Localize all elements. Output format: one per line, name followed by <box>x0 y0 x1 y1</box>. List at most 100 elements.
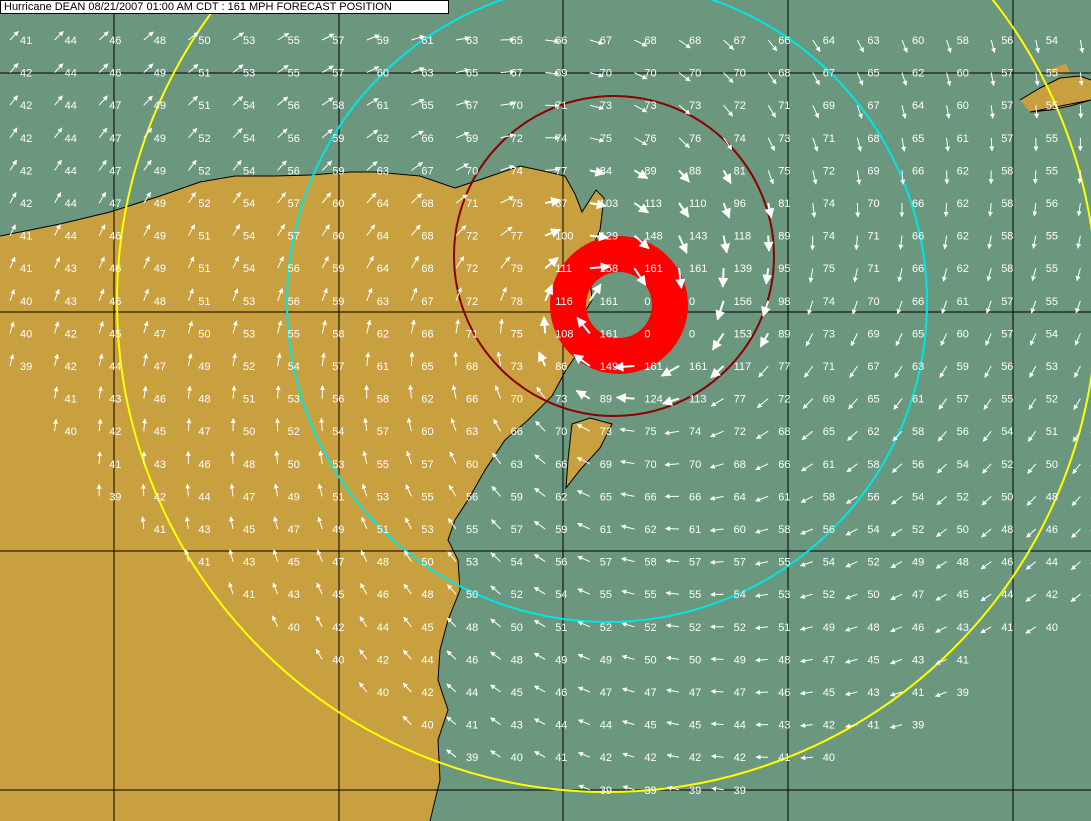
wind-speed-label: 72 <box>823 165 835 177</box>
wind-speed-label: 45 <box>867 654 879 666</box>
wind-speed-label: 62 <box>377 133 389 145</box>
wind-speed-label: 54 <box>734 589 746 601</box>
wind-speed-label: 66 <box>555 35 567 47</box>
wind-speed-label: 71 <box>466 198 478 210</box>
wind-speed-label: 44 <box>734 720 746 732</box>
wind-speed-label: 77 <box>734 394 746 406</box>
wind-speed-label: 50 <box>689 654 701 666</box>
wind-speed-label: 50 <box>421 557 433 569</box>
wind-speed-label: 45 <box>288 557 300 569</box>
wind-speed-label: 60 <box>421 426 433 438</box>
wind-speed-label: 41 <box>867 720 879 732</box>
wind-speed-label: 41 <box>20 35 32 47</box>
wind-speed-label: 55 <box>288 35 300 47</box>
wind-speed-label: 65 <box>600 491 612 503</box>
wind-speed-label: 57 <box>377 426 389 438</box>
wind-speed-label: 40 <box>377 687 389 699</box>
wind-speed-label: 53 <box>421 524 433 536</box>
wind-arrow <box>855 202 861 218</box>
wind-speed-label: 73 <box>689 100 701 112</box>
wind-speed-label: 57 <box>288 231 300 243</box>
wind-speed-label: 56 <box>1001 35 1013 47</box>
wind-speed-label: 0 <box>644 328 650 340</box>
wind-speed-label: 56 <box>288 100 300 112</box>
wind-speed-label: 51 <box>198 263 210 275</box>
wind-speed-label: 111 <box>555 263 572 275</box>
wind-speed-label: 55 <box>421 491 433 503</box>
wind-speed-label: 66 <box>555 459 567 471</box>
wind-speed-label: 47 <box>600 687 612 699</box>
wind-speed-label: 61 <box>823 459 835 471</box>
wind-speed-label: 44 <box>65 35 77 47</box>
wind-speed-label: 143 <box>689 231 707 243</box>
wind-speed-label: 52 <box>198 165 210 177</box>
wind-speed-label: 72 <box>734 100 746 112</box>
wind-speed-label: 39 <box>20 361 32 373</box>
wind-speed-label: 72 <box>466 296 478 308</box>
wind-speed-label: 66 <box>689 491 701 503</box>
wind-speed-label: 45 <box>243 524 255 536</box>
wind-speed-label: 46 <box>912 622 924 634</box>
wind-speed-label: 67 <box>421 296 433 308</box>
wind-speed-label: 45 <box>823 687 835 699</box>
wind-speed-label: 76 <box>689 133 701 145</box>
wind-speed-label: 57 <box>1001 133 1013 145</box>
wind-speed-label: 129 <box>600 231 618 243</box>
wind-speed-label: 66 <box>912 198 924 210</box>
wind-speed-label: 62 <box>867 426 879 438</box>
wind-speed-label: 47 <box>689 687 701 699</box>
wind-speed-label: 39 <box>734 785 746 797</box>
wind-speed-label: 54 <box>243 165 255 177</box>
wind-speed-label: 75 <box>823 263 835 275</box>
wind-speed-label: 42 <box>823 720 835 732</box>
wind-speed-label: 41 <box>198 557 210 569</box>
wind-speed-label: 74 <box>823 198 835 210</box>
wind-speed-label: 59 <box>957 361 969 373</box>
wind-speed-label: 161 <box>644 361 662 373</box>
wind-speed-label: 161 <box>600 296 618 308</box>
wind-speed-label: 56 <box>288 165 300 177</box>
wind-speed-label: 44 <box>109 361 121 373</box>
wind-speed-label: 48 <box>421 589 433 601</box>
wind-speed-label: 48 <box>466 622 478 634</box>
wind-speed-label: 48 <box>1001 524 1013 536</box>
wind-speed-label: 66 <box>912 165 924 177</box>
wind-speed-label: 41 <box>1001 622 1013 634</box>
wind-speed-label: 45 <box>154 426 166 438</box>
wind-speed-label: 62 <box>957 165 969 177</box>
wind-speed-label: 77 <box>555 165 567 177</box>
wind-speed-label: 42 <box>65 361 77 373</box>
wind-speed-label: 44 <box>1046 557 1058 569</box>
wind-speed-label: 43 <box>288 589 300 601</box>
wind-speed-label: 46 <box>198 459 210 471</box>
wind-speed-label: 43 <box>109 394 121 406</box>
wind-speed-label: 43 <box>198 524 210 536</box>
wind-speed-label: 51 <box>555 622 567 634</box>
wind-speed-label: 42 <box>421 687 433 699</box>
wind-speed-label: 42 <box>20 165 32 177</box>
wind-arrow <box>230 450 236 464</box>
wind-speed-label: 40 <box>421 720 433 732</box>
wind-speed-label: 52 <box>644 622 656 634</box>
wind-speed-label: 55 <box>1046 231 1058 243</box>
wind-speed-label: 48 <box>377 557 389 569</box>
wind-speed-label: 55 <box>288 68 300 80</box>
wind-speed-label: 54 <box>243 263 255 275</box>
wind-speed-label: 60 <box>734 524 746 536</box>
wind-speed-label: 53 <box>377 491 389 503</box>
wind-speed-label: 55 <box>689 589 701 601</box>
wind-speed-label: 50 <box>288 459 300 471</box>
wind-speed-label: 63 <box>421 68 433 80</box>
wind-speed-label: 50 <box>1001 491 1013 503</box>
wind-speed-label: 54 <box>243 133 255 145</box>
wind-arrow <box>539 315 550 334</box>
wind-speed-label: 51 <box>198 68 210 80</box>
wind-speed-label: 48 <box>957 557 969 569</box>
wind-speed-label: 60 <box>377 68 389 80</box>
wind-speed-label: 59 <box>377 35 389 47</box>
wind-speed-label: 65 <box>912 328 924 340</box>
wind-speed-label: 40 <box>511 752 523 764</box>
wind-speed-label: 0 <box>689 296 695 308</box>
wind-speed-label: 58 <box>644 557 656 569</box>
wind-speed-label: 58 <box>867 459 879 471</box>
